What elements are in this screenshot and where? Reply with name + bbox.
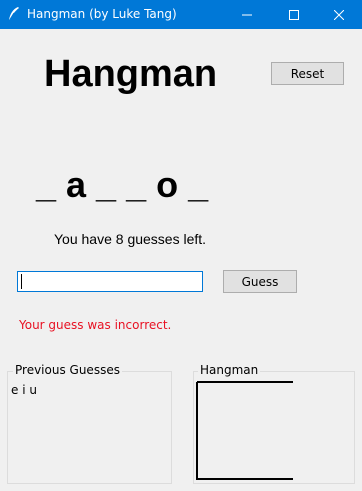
close-button[interactable] xyxy=(316,0,362,29)
maximize-icon xyxy=(289,9,299,20)
maximize-button[interactable] xyxy=(271,0,317,29)
close-icon xyxy=(334,9,344,20)
feather-icon xyxy=(7,6,21,22)
hangman-canvas xyxy=(196,381,293,480)
guesses-remaining-text: You have 8 guesses left. xyxy=(54,231,207,247)
guess-button[interactable]: Guess xyxy=(223,270,297,293)
window-title: Hangman (by Luke Tang) xyxy=(27,7,177,21)
guess-input[interactable] xyxy=(17,271,203,292)
previous-guesses-list: e i u xyxy=(11,383,37,397)
minimize-button[interactable] xyxy=(224,0,270,29)
previous-guesses-label: Previous Guesses xyxy=(13,363,122,377)
minimize-icon xyxy=(242,14,252,15)
word-display: _ a _ _ o _ xyxy=(36,164,209,205)
hangman-label: Hangman xyxy=(198,363,261,377)
text-caret xyxy=(21,274,22,289)
window-titlebar[interactable]: Hangman (by Luke Tang) xyxy=(0,0,362,29)
feedback-message: Your guess was incorrect. xyxy=(19,318,172,332)
reset-button[interactable]: Reset xyxy=(271,62,344,85)
page-title: Hangman xyxy=(44,53,218,95)
